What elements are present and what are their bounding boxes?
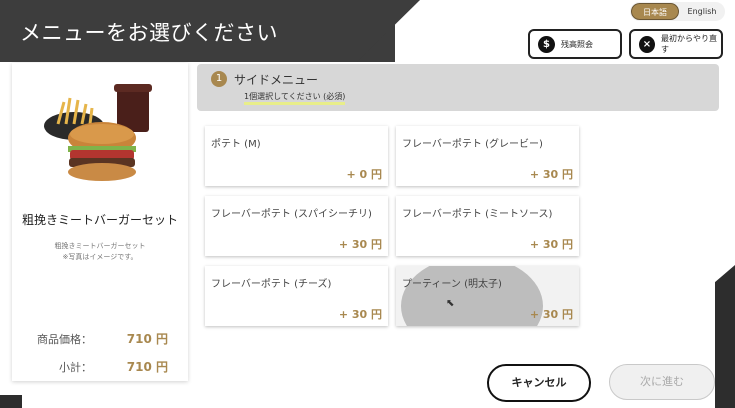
subtotal-row: 小計： 710 円 [12,353,188,381]
restart-label: 最初からやり直す [660,34,717,54]
option-price: + 30 円 [529,308,573,321]
subtotal-value: 710 円 [126,360,168,374]
option-card[interactable]: フレーバーポテト (スパイシーチリ) + 30 円 [205,196,388,256]
option-card[interactable]: ポテト (M) + 0 円 [205,126,388,186]
option-price: + 30 円 [529,168,573,181]
burger-set-image [44,84,152,181]
restart-button[interactable]: × 最初からやり直す [629,29,723,59]
price-value: 710 円 [126,332,168,346]
next-button[interactable]: 次に進む [609,364,715,400]
option-price: + 30 円 [338,308,382,321]
section-title: サイドメニュー [234,73,319,87]
section-header: 1 サイドメニュー 1個選択してください (必須) [197,64,719,111]
page-title: メニューをお選びください [20,21,278,45]
section-instruction: 1個選択してください (必須) [244,91,346,105]
subtotal-label: 小計： [59,361,92,374]
option-price: + 30 円 [529,238,573,251]
cancel-button[interactable]: キャンセル [487,364,591,402]
image-disclaimer: ※写真はイメージです。 [62,253,138,261]
money-bag-icon: $ [538,35,555,53]
option-name: フレーバーポテト (ミートソース) [402,209,553,220]
option-name: プーティーン (明太子) [402,279,502,290]
lang-japanese-button[interactable]: 日本語 [631,3,679,20]
option-card-pressed[interactable]: プーティーン (明太子) + 30 円 ⬉ [396,266,579,326]
option-price: + 30 円 [338,238,382,251]
option-name: フレーバーポテト (グレービー) [402,139,543,150]
decorative-corner [715,265,735,408]
language-toggle[interactable]: 日本語 English [630,2,725,21]
option-price: + 0 円 [346,168,382,181]
lang-english-button[interactable]: English [679,3,725,20]
pointer-cursor-icon: ⬉ [446,298,455,309]
product-note: 粗挽きミートバーガーセット [54,242,146,250]
close-icon: × [639,35,655,53]
balance-inquiry-label: 残高照会 [561,39,593,49]
product-name: 粗挽きミートバーガーセット [21,213,178,227]
step-badge: 1 [211,71,227,87]
option-card[interactable]: フレーバーポテト (ミートソース) + 30 円 [396,196,579,256]
price-label: 商品価格： [37,333,92,346]
balance-inquiry-button[interactable]: $ 残高照会 [528,29,622,59]
price-row: 商品価格： 710 円 [12,325,188,353]
decorative-corner-left [0,395,22,408]
option-name: フレーバーポテト (スパイシーチリ) [211,209,372,220]
option-card[interactable]: フレーバーポテト (チーズ) + 30 円 [205,266,388,326]
option-card[interactable]: フレーバーポテト (グレービー) + 30 円 [396,126,579,186]
option-name: ポテト (M) [211,139,261,150]
product-panel: 粗挽きミートバーガーセット 粗挽きミートバーガーセット ※写真はイメージです。 … [12,63,188,381]
option-name: フレーバーポテト (チーズ) [211,279,332,290]
